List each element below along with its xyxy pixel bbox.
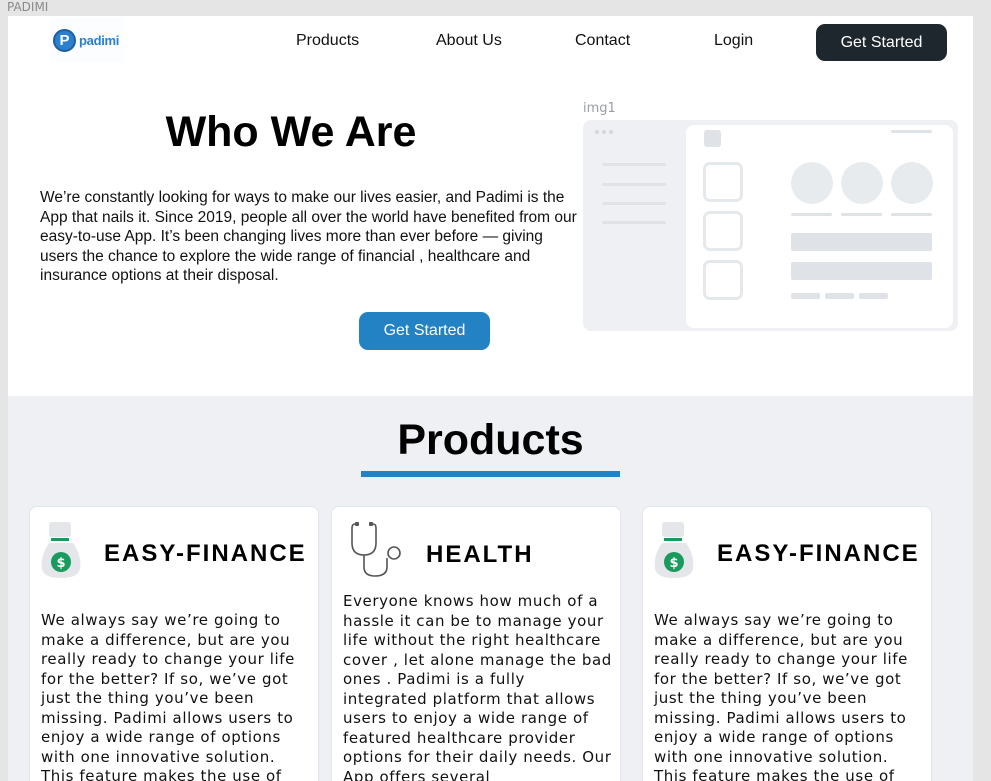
card-title: EASY-FINANCE: [104, 540, 307, 567]
card-title: HEALTH: [426, 541, 534, 568]
app-mockup-panel: [686, 125, 953, 328]
logo-mark-icon: P: [53, 28, 76, 52]
svg-text:$: $: [56, 556, 65, 571]
hero-description: We’re constantly looking for ways to mak…: [40, 189, 577, 284]
frame-label: PADIMI: [7, 0, 49, 14]
nav-link-login[interactable]: Login: [714, 32, 753, 50]
products-section: Products $ EASY-FINANCE We always say we…: [8, 396, 973, 781]
card-description: We always say we’re going to make a diff…: [41, 611, 295, 781]
nav-link-products[interactable]: Products: [296, 32, 359, 50]
money-bag-icon: $: [41, 522, 81, 578]
app-mockup-image: [583, 120, 958, 331]
nav-link-about-us[interactable]: About Us: [436, 32, 502, 50]
product-card-health[interactable]: HEALTH Everyone knows how much of a hass…: [331, 506, 621, 781]
products-title: Products: [397, 416, 584, 464]
nav-get-started-button[interactable]: Get Started: [816, 24, 947, 61]
image-placeholder-label: img1: [583, 101, 616, 116]
logo[interactable]: P padimi: [50, 18, 124, 62]
card-title: EASY-FINANCE: [717, 540, 920, 567]
top-nav: P padimi Products About Us Contact Login…: [8, 16, 973, 68]
hero-get-started-button[interactable]: Get Started: [359, 312, 490, 350]
hero-title: Who We Are: [165, 108, 417, 156]
stethoscope-icon: [351, 522, 401, 577]
nav-link-contact[interactable]: Contact: [575, 32, 630, 50]
product-card-easy-finance[interactable]: $ EASY-FINANCE We always say we’re going…: [29, 506, 319, 781]
svg-text:$: $: [669, 556, 678, 571]
page: P padimi Products About Us Contact Login…: [8, 16, 973, 781]
logo-text: padimi: [79, 32, 120, 48]
money-bag-icon: $: [654, 522, 694, 578]
product-card-easy-finance[interactable]: $ EASY-FINANCE We always say we’re going…: [642, 506, 932, 781]
products-title-underline: [361, 471, 620, 477]
card-description: We always say we’re going to make a diff…: [654, 611, 908, 781]
card-description: Everyone knows how much of a hassle it c…: [343, 592, 612, 781]
